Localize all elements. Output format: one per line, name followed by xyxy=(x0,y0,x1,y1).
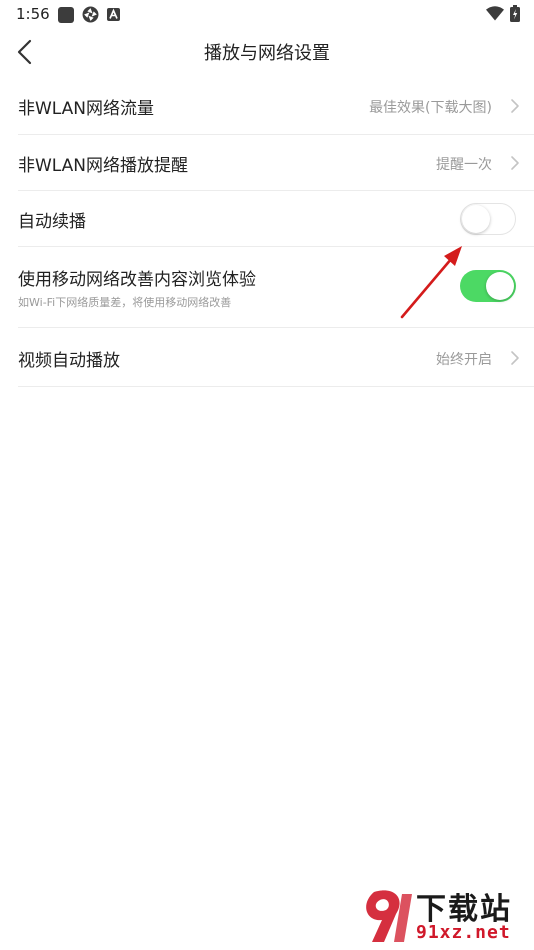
font-a-icon xyxy=(107,8,120,21)
wifi-icon xyxy=(486,6,504,21)
mobile-network-boost-toggle[interactable] xyxy=(460,270,516,302)
setting-row-autoplay-next: 自动续播 xyxy=(18,191,534,247)
watermark-domain-text: 91xz.net xyxy=(416,922,511,943)
header: 播放与网络设置 xyxy=(0,28,534,76)
setting-label: 自动续播 xyxy=(18,212,86,232)
setting-row-video-autoplay[interactable]: 视频自动播放 始终开启 xyxy=(18,328,534,387)
toggle-knob xyxy=(486,272,514,300)
setting-row-mobile-network-boost: 使用移动网络改善内容浏览体验 如Wi-Fi下网络质量差，将使用移动网络改善 xyxy=(18,247,534,328)
aperture-icon xyxy=(82,6,99,23)
chevron-right-icon xyxy=(511,351,519,365)
page-title: 播放与网络设置 xyxy=(204,43,330,64)
setting-value: 提醒一次 xyxy=(436,157,492,173)
setting-label: 非WLAN网络流量 xyxy=(18,99,155,119)
status-system-icons xyxy=(486,5,520,22)
setting-value: 始终开启 xyxy=(436,352,492,368)
watermark-logo-icon xyxy=(366,890,412,942)
setting-label: 使用移动网络改善内容浏览体验 xyxy=(18,270,256,290)
chevron-right-icon xyxy=(511,156,519,170)
setting-subtitle: 如Wi-Fi下网络质量差，将使用移动网络改善 xyxy=(18,296,232,309)
toggle-knob xyxy=(462,205,490,233)
setting-label: 非WLAN网络播放提醒 xyxy=(18,156,189,176)
settings-list: 非WLAN网络流量 最佳效果(下载大图) 非WLAN网络播放提醒 提醒一次 自动… xyxy=(18,78,534,387)
chevron-right-icon xyxy=(511,99,519,113)
app-square-icon xyxy=(58,6,74,23)
status-time: 1:56 xyxy=(16,5,50,23)
setting-row-non-wlan-data[interactable]: 非WLAN网络流量 最佳效果(下载大图) xyxy=(18,78,534,135)
setting-value: 最佳效果(下载大图) xyxy=(369,100,492,116)
status-bar: 1:56 xyxy=(0,0,534,28)
setting-label: 视频自动播放 xyxy=(18,351,120,371)
status-notification-icons xyxy=(58,6,120,23)
battery-charging-icon xyxy=(510,5,520,22)
watermark: 下载站 91xz.net xyxy=(354,880,534,950)
setting-row-non-wlan-play-reminder[interactable]: 非WLAN网络播放提醒 提醒一次 xyxy=(18,135,534,191)
autoplay-next-toggle[interactable] xyxy=(460,203,516,235)
